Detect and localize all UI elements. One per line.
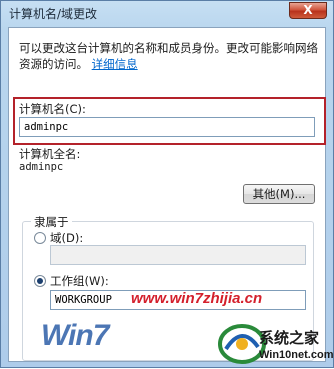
workgroup-radio-label[interactable]: 工作组(W): xyxy=(50,273,109,289)
domain-radio[interactable] xyxy=(34,232,46,244)
watermark-brand: 系统之家 xyxy=(259,329,320,347)
full-name-label: 计算机全名: xyxy=(19,147,81,161)
watermark-brand-sub: Win10net.com xyxy=(259,349,334,361)
watermark-win-logo: Win7 xyxy=(41,319,109,352)
watermark-url: www.win7zhijia.cn xyxy=(131,290,263,307)
domain-radio-label[interactable]: 域(D): xyxy=(50,230,83,246)
title-bar: 计算机名/域更改 X xyxy=(1,1,333,25)
domain-input[interactable] xyxy=(50,245,306,265)
description-text: 可以更改这台计算机的名称和成员身份。更改可能影响网络资源的访问。 详细信息 xyxy=(19,40,325,72)
description-body: 可以更改这台计算机的名称和成员身份。更改可能影响网络资源的访问。 xyxy=(19,41,318,71)
dialog-body: 可以更改这台计算机的名称和成员身份。更改可能影响网络资源的访问。 详细信息 计算… xyxy=(8,27,326,362)
more-button[interactable]: 其他(M)... xyxy=(243,184,315,204)
workgroup-radio[interactable] xyxy=(34,275,46,287)
computer-name-input[interactable]: adminpc xyxy=(19,117,315,137)
computer-name-label: 计算机名(C): xyxy=(19,102,86,116)
window-title: 计算机名/域更改 xyxy=(9,7,98,21)
dialog-window: 计算机名/域更改 X 可以更改这台计算机的名称和成员身份。更改可能影响网络资源的… xyxy=(0,0,334,368)
full-name-value: adminpc xyxy=(19,161,64,173)
close-button[interactable]: X xyxy=(289,2,327,19)
details-link[interactable]: 详细信息 xyxy=(92,57,138,71)
member-of-label: 隶属于 xyxy=(31,214,72,230)
